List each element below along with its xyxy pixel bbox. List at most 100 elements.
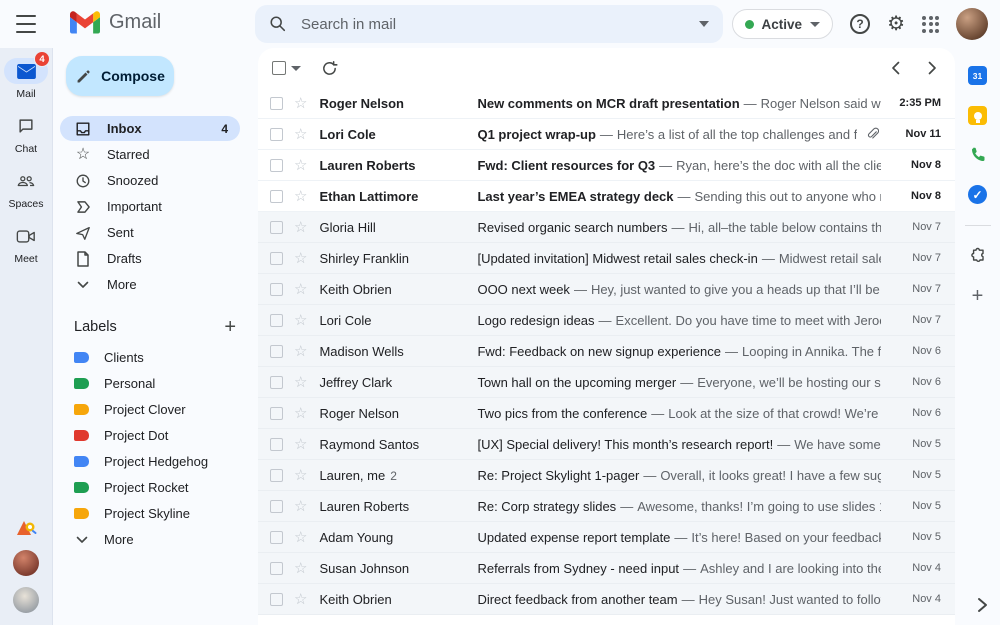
row-checkbox[interactable] xyxy=(270,530,283,544)
email-row[interactable]: ☆ Lauren, me 2 Re: Project Skylight 1-pag… xyxy=(258,460,955,491)
email-row[interactable]: ☆ Roger Nelson Two pics from the confere… xyxy=(258,398,955,429)
row-star-icon[interactable]: ☆ xyxy=(294,251,307,266)
search-input[interactable] xyxy=(299,14,699,34)
label-item[interactable]: Project Skyline xyxy=(60,501,240,526)
google-apps-icon[interactable] xyxy=(922,15,939,33)
addons-puzzle-icon[interactable] xyxy=(969,247,987,265)
row-star-icon[interactable]: ☆ xyxy=(294,592,307,607)
row-checkbox[interactable] xyxy=(270,468,283,482)
folder-starred[interactable]: ☆ Starred xyxy=(60,142,240,167)
row-checkbox[interactable] xyxy=(270,220,283,234)
row-checkbox[interactable] xyxy=(270,592,283,606)
row-checkbox[interactable] xyxy=(270,375,283,389)
row-star-icon[interactable]: ☆ xyxy=(294,158,307,173)
folder-drafts[interactable]: Drafts xyxy=(60,246,240,271)
row-star-icon[interactable]: ☆ xyxy=(294,437,307,452)
row-star-icon[interactable]: ☆ xyxy=(294,96,307,111)
label-item[interactable]: Project Clover xyxy=(60,397,240,422)
email-row[interactable]: ☆ Lori Cole Logo redesign ideas — Excellen… xyxy=(258,305,955,336)
row-star-icon[interactable]: ☆ xyxy=(294,468,307,483)
refresh-icon[interactable] xyxy=(321,60,338,77)
label-item[interactable]: Project Hedgehog xyxy=(60,449,240,474)
row-checkbox[interactable] xyxy=(270,158,283,172)
chat-status-selector[interactable]: Active xyxy=(731,9,834,39)
email-row[interactable]: ☆ Adam Young Updated expense report temp… xyxy=(258,522,955,553)
row-star-icon[interactable]: ☆ xyxy=(294,406,307,421)
select-options-caret-icon[interactable] xyxy=(291,65,301,71)
row-star-icon[interactable]: ☆ xyxy=(294,344,307,359)
email-row[interactable]: ☆ Lauren Roberts Fwd: Client resources f… xyxy=(258,150,955,181)
email-row[interactable]: ☆ Keith Obrien Direct feedback from anot… xyxy=(258,584,955,615)
row-checkbox[interactable] xyxy=(270,313,283,327)
labels-more-toggle[interactable]: More xyxy=(60,527,240,552)
email-row[interactable]: ☆ Shirley Franklin [Updated invitation] … xyxy=(258,243,955,274)
row-star-icon[interactable]: ☆ xyxy=(294,189,307,204)
select-all-checkbox[interactable] xyxy=(272,61,286,75)
email-row[interactable]: ☆ Keith Obrien OOO next week — Hey, just w… xyxy=(258,274,955,305)
row-checkbox[interactable] xyxy=(270,561,283,575)
rail-item-spaces[interactable]: Spaces xyxy=(4,168,48,210)
rail-item-meet[interactable]: Meet xyxy=(4,223,48,265)
settings-gear-icon[interactable]: ⚙ xyxy=(887,14,905,34)
row-star-icon[interactable]: ☆ xyxy=(294,561,307,576)
folder-sent[interactable]: Sent xyxy=(60,220,240,245)
main-menu-icon[interactable] xyxy=(16,15,36,33)
row-checkbox[interactable] xyxy=(270,344,283,358)
get-addons-plus-icon[interactable]: + xyxy=(972,286,984,306)
email-row[interactable]: ☆ Ethan Lattimore Last year’s EMEA strat… xyxy=(258,181,955,212)
email-row[interactable]: ☆ Lauren Roberts Re: Corp strategy slide… xyxy=(258,491,955,522)
email-row[interactable]: ☆ Susan Johnson Referrals from Sydney - … xyxy=(258,553,955,584)
tasks-icon[interactable]: ✓ xyxy=(968,185,987,204)
older-page-icon[interactable] xyxy=(928,61,937,75)
voice-phone-icon[interactable] xyxy=(969,146,987,164)
folder-snoozed[interactable]: Snoozed xyxy=(60,168,240,193)
label-item[interactable]: Personal xyxy=(60,371,240,396)
compose-button[interactable]: Compose xyxy=(66,56,174,96)
row-star-icon[interactable]: ☆ xyxy=(294,220,307,235)
expand-panel-chevron-icon[interactable] xyxy=(977,597,988,613)
email-row[interactable]: ☆ Jeffrey Clark Town hall on the upcomin… xyxy=(258,367,955,398)
row-checkbox[interactable] xyxy=(270,251,283,265)
row-checkbox[interactable] xyxy=(270,282,283,296)
email-date: Nov 7 xyxy=(912,314,941,326)
search-bar[interactable] xyxy=(255,5,723,43)
email-date: Nov 7 xyxy=(912,283,941,295)
email-row[interactable]: ☆ Madison Wells Fwd: Feedback on new sig… xyxy=(258,336,955,367)
brand-logo[interactable] xyxy=(14,517,38,539)
contact-avatar-1[interactable] xyxy=(13,550,39,576)
label-item[interactable]: Project Dot xyxy=(60,423,240,448)
row-checkbox[interactable] xyxy=(270,406,283,420)
folders-more-toggle[interactable]: More xyxy=(60,272,240,297)
row-checkbox[interactable] xyxy=(270,499,283,513)
folder-inbox[interactable]: Inbox 4 xyxy=(60,116,240,141)
search-options-caret-icon[interactable] xyxy=(699,21,709,27)
email-row[interactable]: ☆ Lori Cole Q1 project wrap-up — Here’s a … xyxy=(258,119,955,150)
row-checkbox[interactable] xyxy=(270,189,283,203)
contact-avatar-2[interactable] xyxy=(13,587,39,613)
row-star-icon[interactable]: ☆ xyxy=(294,282,307,297)
keep-icon[interactable] xyxy=(968,106,987,125)
row-checkbox[interactable] xyxy=(270,437,283,451)
email-row[interactable]: ☆ Gloria Hill Revised organic search num… xyxy=(258,212,955,243)
email-row[interactable]: ☆ Raymond Santos [UX] Special delivery! … xyxy=(258,429,955,460)
label-item[interactable]: Clients xyxy=(60,345,240,370)
folder-important[interactable]: Important xyxy=(60,194,240,219)
rail-item-mail[interactable]: 4 Mail xyxy=(4,51,50,100)
row-star-icon[interactable]: ☆ xyxy=(294,499,307,514)
label-item[interactable]: Project Rocket xyxy=(60,475,240,500)
row-star-icon[interactable]: ☆ xyxy=(294,375,307,390)
email-subject-snippet: Fwd: Client resources for Q3— Ryan, here’… xyxy=(477,157,881,173)
row-star-icon[interactable]: ☆ xyxy=(294,313,307,328)
profile-avatar[interactable] xyxy=(956,8,988,40)
create-label-button[interactable]: + xyxy=(224,317,236,337)
row-checkbox[interactable] xyxy=(270,127,283,141)
row-checkbox[interactable] xyxy=(270,96,283,110)
help-icon[interactable]: ? xyxy=(850,14,871,34)
gmail-logo[interactable]: Gmail xyxy=(70,11,161,34)
row-star-icon[interactable]: ☆ xyxy=(294,530,307,545)
row-star-icon[interactable]: ☆ xyxy=(294,127,307,142)
newer-page-icon[interactable] xyxy=(891,61,900,75)
calendar-icon[interactable]: 31 xyxy=(968,66,987,85)
email-row[interactable]: ☆ Roger Nelson New comments on MCR draft… xyxy=(258,88,955,119)
rail-item-chat[interactable]: Chat xyxy=(4,113,48,155)
